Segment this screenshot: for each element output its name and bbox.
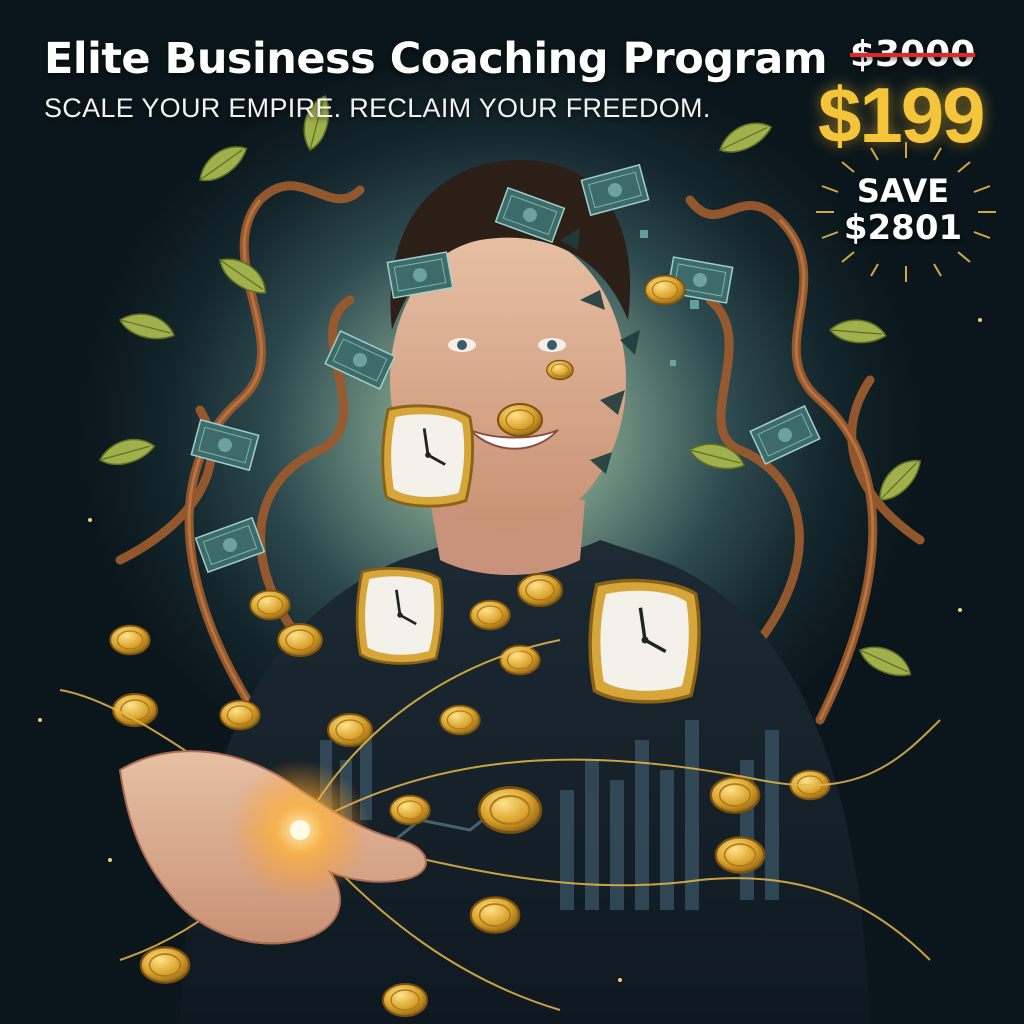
tagline: SCALE YOUR EMPIRE. RECLAIM YOUR FREEDOM. — [44, 93, 711, 123]
savings-amount: $2801 — [843, 208, 963, 248]
melting-clock-icon — [381, 404, 475, 508]
promo-poster: Elite Business Coaching Program SCALE YO… — [0, 0, 1024, 1024]
melting-clock-icon — [588, 578, 701, 704]
savings-label: SAVE — [856, 172, 950, 210]
page-title: Elite Business Coaching Program — [44, 34, 828, 84]
melting-clock-icon — [355, 567, 444, 665]
sale-price: $199 — [818, 71, 986, 159]
original-price: $3000 — [850, 34, 976, 75]
